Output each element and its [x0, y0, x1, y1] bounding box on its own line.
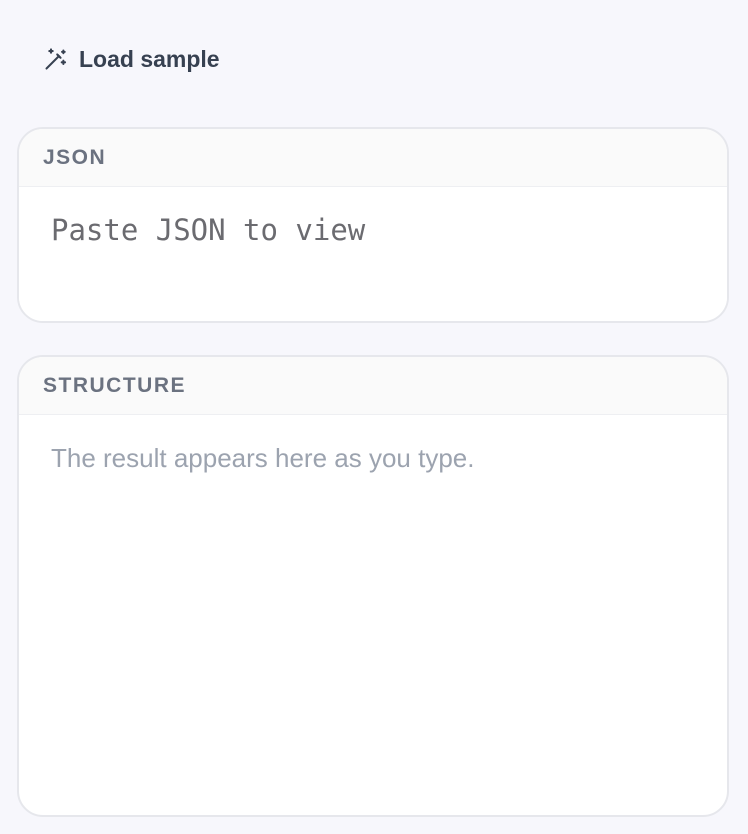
load-sample-button[interactable]: Load sample: [28, 36, 234, 82]
structure-panel-title: STRUCTURE: [43, 373, 186, 397]
magic-wand-icon: [42, 46, 69, 73]
json-panel-title: JSON: [43, 145, 107, 169]
json-panel-header: JSON: [19, 129, 727, 187]
toolbar: Load sample: [28, 36, 234, 82]
structure-placeholder: The result appears here as you type.: [51, 443, 475, 473]
load-sample-label: Load sample: [79, 45, 220, 72]
structure-panel: STRUCTURE The result appears here as you…: [17, 355, 729, 817]
json-input[interactable]: [19, 187, 727, 321]
json-panel: JSON: [17, 127, 729, 323]
structure-output: The result appears here as you type.: [19, 415, 727, 815]
structure-panel-header: STRUCTURE: [19, 357, 727, 415]
